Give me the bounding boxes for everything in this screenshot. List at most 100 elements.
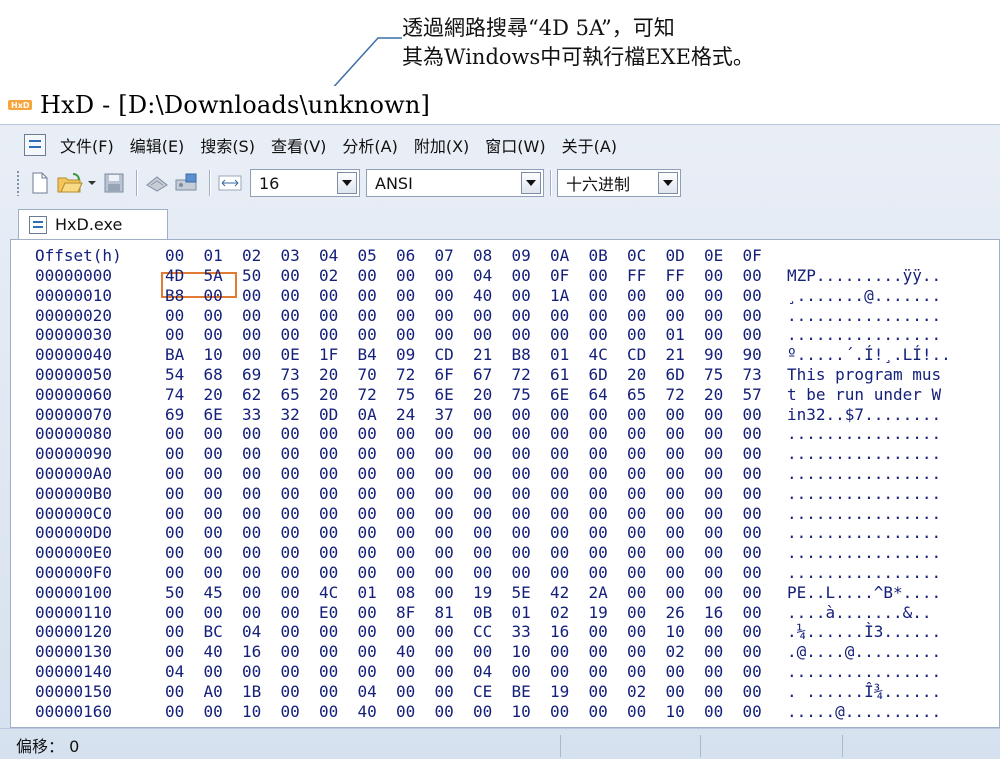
hex-byte[interactable]: 21	[473, 345, 501, 365]
hex-byte[interactable]: 00	[512, 444, 540, 464]
hex-byte[interactable]: 00	[319, 622, 347, 642]
ascii-text[interactable]: .....@..........	[787, 702, 997, 722]
hex-byte[interactable]: 04	[473, 662, 501, 682]
hex-byte[interactable]: 00	[743, 444, 771, 464]
hex-byte[interactable]: 00	[396, 682, 424, 702]
hex-byte[interactable]: 62	[242, 385, 270, 405]
hex-byte[interactable]: 02	[550, 603, 578, 623]
hex-byte[interactable]: 75	[512, 385, 540, 405]
hex-byte[interactable]: 02	[319, 266, 347, 286]
hex-byte[interactable]: 16	[550, 622, 578, 642]
tab-hxd-exe[interactable]: HxD.exe	[18, 209, 168, 239]
hex-byte[interactable]: 00	[473, 444, 501, 464]
hex-byte[interactable]: 00	[396, 563, 424, 583]
hex-byte[interactable]: 00	[666, 444, 694, 464]
hex-byte[interactable]: 10	[242, 702, 270, 722]
hex-byte[interactable]: 00	[319, 642, 347, 662]
hex-byte[interactable]: 00	[512, 405, 540, 425]
hex-byte[interactable]: 00	[473, 702, 501, 722]
hex-byte[interactable]: 00	[666, 523, 694, 543]
hex-byte[interactable]: 00	[281, 266, 309, 286]
hex-byte[interactable]: 00	[165, 603, 193, 623]
hex-byte[interactable]: 00	[396, 702, 424, 722]
open-folder-icon[interactable]	[56, 169, 84, 197]
charset-select[interactable]: ANSI	[366, 169, 544, 197]
hex-byte[interactable]: 00	[589, 702, 617, 722]
hex-byte[interactable]: 00	[512, 484, 540, 504]
hex-byte[interactable]: 00	[743, 306, 771, 326]
hex-byte[interactable]: 00	[242, 306, 270, 326]
hex-byte[interactable]: 00	[281, 682, 309, 702]
hex-byte[interactable]: 00	[165, 464, 193, 484]
hex-byte[interactable]: 00	[281, 306, 309, 326]
hex-byte[interactable]: 00	[512, 523, 540, 543]
hex-byte[interactable]: 01	[550, 345, 578, 365]
hex-byte[interactable]: 00	[358, 523, 386, 543]
hex-byte[interactable]: 00	[204, 504, 232, 524]
hex-byte[interactable]: 00	[319, 504, 347, 524]
hex-byte[interactable]: 00	[358, 603, 386, 623]
hex-byte[interactable]: 00	[319, 484, 347, 504]
menu-view[interactable]: 查看(V)	[265, 129, 332, 161]
hex-byte[interactable]: 00	[704, 306, 732, 326]
hex-byte[interactable]: 00	[743, 702, 771, 722]
hex-byte[interactable]: 00	[589, 405, 617, 425]
hex-byte[interactable]: 00	[281, 484, 309, 504]
hex-byte[interactable]: 00	[666, 424, 694, 444]
hex-byte[interactable]: 00	[512, 543, 540, 563]
hex-byte[interactable]: FF	[666, 266, 694, 286]
hex-byte[interactable]: 00	[242, 325, 270, 345]
bytes-per-row-select[interactable]: 16	[250, 169, 360, 197]
hex-byte[interactable]: 00	[281, 444, 309, 464]
ascii-text[interactable]: ................	[787, 523, 997, 543]
hex-byte[interactable]: 00	[204, 464, 232, 484]
hex-byte[interactable]: 00	[165, 543, 193, 563]
hex-byte[interactable]: 00	[281, 583, 309, 603]
hex-byte[interactable]: 00	[512, 306, 540, 326]
hex-byte[interactable]: 57	[743, 385, 771, 405]
hex-byte[interactable]: 00	[743, 583, 771, 603]
hex-byte[interactable]: 00	[589, 286, 617, 306]
toolbar-grip[interactable]	[16, 170, 20, 196]
hex-byte[interactable]: 00	[743, 504, 771, 524]
hex-row[interactable]: 00000090 00 00 00 00 00 00 00 00 00 00 00 00 00 00 00 00…	[11, 444, 999, 464]
hex-byte[interactable]: 00	[743, 523, 771, 543]
hex-byte[interactable]: 00	[281, 325, 309, 345]
hex-byte[interactable]: 40	[204, 642, 232, 662]
hex-byte[interactable]: 00	[550, 543, 578, 563]
hex-byte[interactable]: 00	[435, 444, 463, 464]
display-mode-select[interactable]: 十六进制	[557, 169, 681, 197]
hex-byte[interactable]: 00	[743, 642, 771, 662]
hex-byte[interactable]: 00	[435, 682, 463, 702]
hex-byte[interactable]: 00	[627, 325, 655, 345]
hex-byte[interactable]: 00	[435, 464, 463, 484]
hex-byte[interactable]: 1B	[242, 682, 270, 702]
hex-byte[interactable]: 00	[550, 563, 578, 583]
hex-row[interactable]: 00000110 00 00 00 00 E0 00 8F 81 0B 01 02 19 00 26 16 00…	[11, 603, 999, 623]
hex-byte[interactable]: 00	[242, 484, 270, 504]
hex-byte[interactable]: 00	[512, 504, 540, 524]
hex-byte[interactable]: 00	[550, 424, 578, 444]
hex-byte[interactable]: 00	[358, 444, 386, 464]
ascii-text[interactable]: ................	[787, 424, 997, 444]
hex-byte[interactable]: CC	[473, 622, 501, 642]
hex-byte[interactable]: 4C	[319, 583, 347, 603]
hex-byte[interactable]: 1A	[550, 286, 578, 306]
hex-row[interactable]: 00000020 00 00 00 00 00 00 00 00 00 00 00 00 00 00 00 00…	[11, 306, 999, 326]
hex-byte[interactable]: 00	[743, 682, 771, 702]
menu-about[interactable]: 关于(A)	[556, 129, 623, 161]
hex-row[interactable]: 00000030 00 00 00 00 00 00 00 00 00 00 00 00 00 01 00 00…	[11, 325, 999, 345]
hex-byte[interactable]: 00	[242, 662, 270, 682]
chevron-down-icon[interactable]	[521, 172, 541, 194]
ascii-text[interactable]: ....à.......&..	[787, 603, 997, 623]
hex-byte[interactable]: 00	[242, 583, 270, 603]
hex-byte[interactable]: 00	[396, 484, 424, 504]
hex-byte[interactable]: 00	[589, 484, 617, 504]
menu-search[interactable]: 搜索(S)	[194, 129, 261, 161]
hex-byte[interactable]: 00	[319, 424, 347, 444]
hex-byte[interactable]: 00	[204, 424, 232, 444]
hex-byte[interactable]: 09	[396, 345, 424, 365]
hex-byte[interactable]: 73	[743, 365, 771, 385]
hex-row[interactable]: 00000000 4D 5A 50 00 02 00 00 00 04 00 0F 00 FF FF 00 00…	[11, 266, 999, 286]
hex-byte[interactable]: 00	[666, 662, 694, 682]
